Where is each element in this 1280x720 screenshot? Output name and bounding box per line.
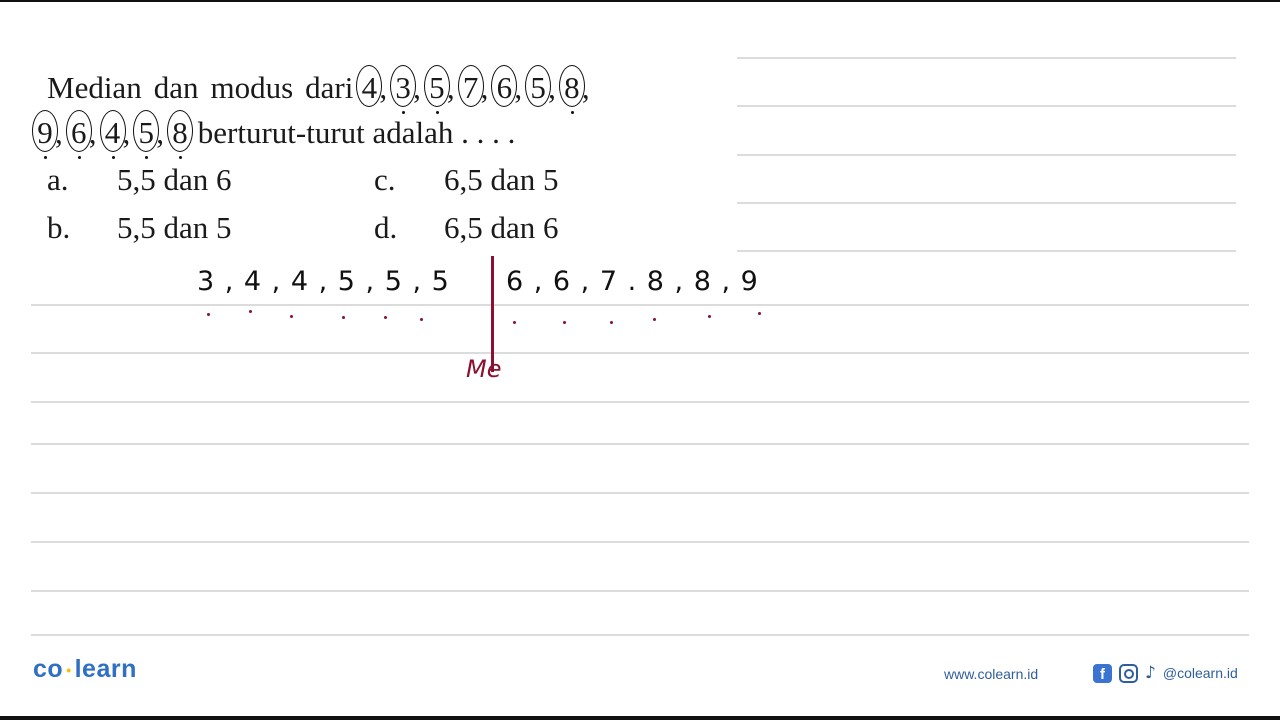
count-dot (420, 318, 423, 321)
count-dot (384, 316, 387, 319)
circled-number: 4 (99, 110, 126, 159)
option-b[interactable]: b. 5,5 dan 5 (47, 210, 232, 246)
ruled-line (31, 541, 1249, 543)
circled-number: 8 (167, 110, 193, 159)
ruled-line (31, 304, 1249, 306)
ruled-line (737, 154, 1236, 156)
circled-number: 4 (356, 65, 383, 108)
count-dot (653, 318, 656, 321)
circled-number: 5 (133, 110, 160, 159)
sorted-data-right: 6 , 6 , 7 . 8 , 8 , 9 (506, 266, 759, 297)
count-dot (563, 321, 566, 324)
option-a[interactable]: a. 5,5 dan 6 (47, 162, 232, 198)
tiktok-icon[interactable]: ♪ (1145, 663, 1156, 683)
ruled-line (737, 105, 1236, 107)
option-text: 5,5 dan 6 (117, 162, 232, 197)
question-word: modus (210, 70, 294, 105)
option-letter: a. (47, 162, 69, 197)
option-letter: b. (47, 210, 71, 245)
circled-number: 5 (423, 65, 450, 114)
colearn-logo: co • learn (33, 655, 137, 683)
count-dot (249, 310, 252, 313)
option-text: 5,5 dan 5 (117, 210, 232, 245)
option-text: 6,5 dan 5 (444, 162, 559, 197)
circled-number: 7 (457, 65, 484, 108)
option-text: 6,5 dan 6 (444, 210, 559, 245)
question-outro: berturut-turut adalah . . . . (197, 115, 516, 150)
circled-number: 6 (491, 65, 518, 108)
circled-number: 3 (390, 65, 417, 114)
count-dot (207, 313, 210, 316)
option-d[interactable]: d. 6,5 dan 6 (374, 210, 559, 246)
ruled-line (31, 590, 1249, 592)
social-handle: @colearn.id (1162, 665, 1238, 681)
question-word: dari (305, 70, 354, 105)
top-border (0, 0, 1280, 2)
count-dot (513, 321, 516, 324)
circled-number: 6 (65, 110, 92, 159)
ruled-line (737, 202, 1236, 204)
option-letter: c. (374, 162, 396, 197)
circled-number: 9 (32, 110, 58, 159)
ruled-line (737, 250, 1236, 252)
facebook-icon[interactable]: f (1093, 663, 1112, 683)
count-dot (290, 315, 293, 318)
website-link[interactable]: www.colearn.id (944, 666, 1038, 682)
ruled-line (31, 634, 1249, 636)
question-line-2: 9,6,4,5,8 berturut-turut adalah . . . . (32, 110, 516, 159)
ruled-line (31, 443, 1249, 445)
count-dot (708, 315, 711, 318)
social-links: f ♪ @colearn.id (1093, 663, 1238, 683)
question-line-1: Median dan modus dari 4, 3, 5, 7, 6, 5, 8, (47, 65, 596, 114)
ruled-line (31, 401, 1249, 403)
ruled-line (31, 352, 1249, 354)
ruled-line (31, 492, 1249, 494)
question-word: dan (153, 70, 199, 105)
bottom-border (0, 716, 1280, 720)
sorted-data-left: 3 , 4 , 4 , 5 , 5 , 5 (197, 266, 450, 297)
ruled-line (737, 57, 1236, 59)
option-letter: d. (374, 210, 398, 245)
circled-number: 8 (558, 65, 585, 114)
count-dot (758, 312, 761, 315)
median-label: Me (466, 355, 502, 383)
question-word: Median (47, 70, 142, 105)
option-c[interactable]: c. 6,5 dan 5 (374, 162, 559, 198)
instagram-icon[interactable] (1119, 663, 1138, 683)
count-dot (610, 321, 613, 324)
count-dot (342, 316, 345, 319)
circled-number: 5 (525, 65, 552, 108)
